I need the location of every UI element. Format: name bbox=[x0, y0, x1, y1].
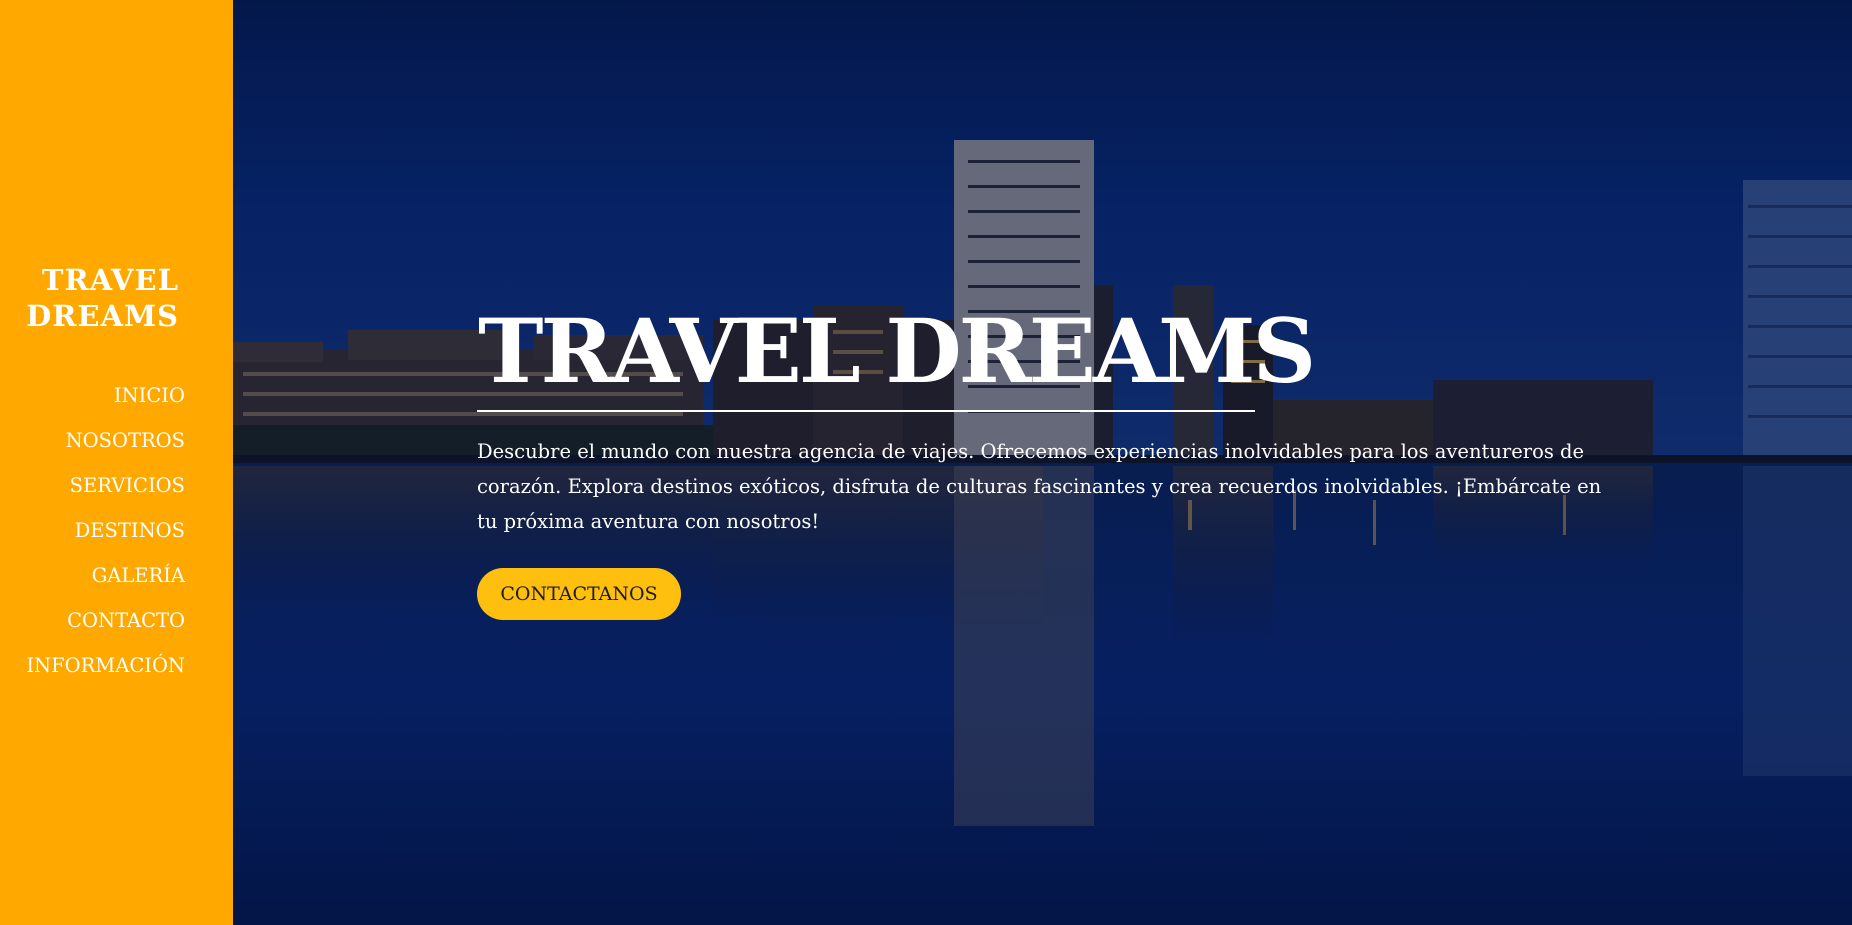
sidebar-nav: INICIO NOSOTROS SERVICIOS DESTINOS GALER… bbox=[26, 378, 185, 693]
title-divider bbox=[477, 410, 1255, 412]
nav-item-informacion[interactable]: INFORMACIÓN bbox=[26, 648, 185, 693]
contact-button[interactable]: CONTACTANOS bbox=[477, 568, 681, 620]
nav-item-galeria[interactable]: GALERÍA bbox=[26, 558, 185, 603]
nav-item-servicios[interactable]: SERVICIOS bbox=[26, 468, 185, 513]
brand-logo[interactable]: TRAVEL DREAMS bbox=[26, 262, 179, 334]
brand-line-2: DREAMS bbox=[26, 299, 179, 333]
nav-item-inicio[interactable]: INICIO bbox=[26, 378, 185, 423]
hero-title: TRAVEL DREAMS bbox=[478, 299, 1316, 403]
nav-item-contacto[interactable]: CONTACTO bbox=[26, 603, 185, 648]
hero-description: Descubre el mundo con nuestra agencia de… bbox=[477, 440, 1602, 533]
brand-line-1: TRAVEL bbox=[41, 263, 179, 297]
nav-item-destinos[interactable]: DESTINOS bbox=[26, 513, 185, 558]
nav-item-nosotros[interactable]: NOSOTROS bbox=[26, 423, 185, 468]
sidebar: TRAVEL DREAMS INICIO NOSOTROS SERVICIOS … bbox=[0, 0, 233, 925]
